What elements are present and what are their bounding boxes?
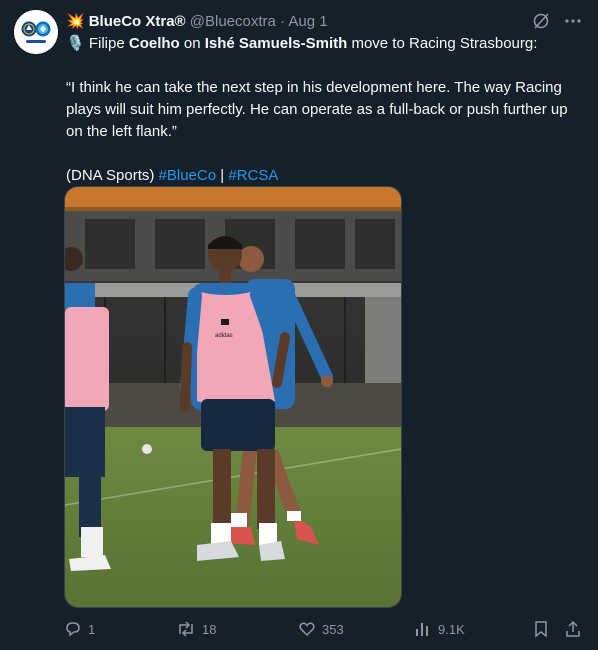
tweet-text: 🎙️ Filipe Coelho on Ishé Samuels-Smith m… [66, 33, 586, 187]
tweet-source-line: (DNA Sports) #BlueCo | #RCSA [66, 167, 279, 184]
share-icon [564, 620, 582, 638]
grok-icon[interactable] [532, 12, 550, 35]
author-handle[interactable]: @Bluecoxtra [190, 13, 276, 30]
like-icon [298, 620, 316, 638]
reply-count: 1 [88, 621, 96, 637]
repost-icon [176, 620, 196, 638]
tweet-header: 💥 BlueCo Xtra® @Bluecoxtra · Aug 1 [66, 11, 588, 33]
views-count: 9.1K [438, 621, 465, 637]
mention-samuels-smith: Ishé Samuels-Smith [204, 35, 348, 52]
racing-crest-icon [35, 21, 51, 37]
hashtag-rcsa[interactable]: #RCSA [228, 167, 278, 184]
repost-count: 18 [202, 621, 217, 637]
like-count: 353 [322, 621, 344, 637]
more-icon[interactable] [564, 12, 582, 35]
views-icon [414, 620, 432, 638]
like-button[interactable]: 353 [298, 618, 344, 640]
author-avatar[interactable] [14, 10, 58, 54]
chelsea-crest-icon [21, 21, 37, 37]
tweet-date[interactable]: Aug 1 [288, 13, 327, 30]
reply-button[interactable]: 1 [64, 618, 95, 640]
bookmark-button[interactable] [532, 618, 550, 640]
brand-emoji: 💥 [66, 13, 85, 30]
repost-button[interactable]: 18 [176, 618, 216, 640]
header-separator: · [280, 13, 286, 30]
bookmark-icon [532, 620, 550, 638]
author-name[interactable]: BlueCo Xtra® [89, 13, 186, 30]
microphone-icon: 🎙️ [66, 35, 85, 52]
source-text: (DNA Sports) [66, 167, 159, 184]
mention-coelho: Coelho [128, 35, 180, 52]
tweet-headline: 🎙️ Filipe Coelho on Ishé Samuels-Smith m… [66, 35, 538, 52]
reply-icon [64, 620, 82, 638]
tweet-quote: “I think he can take the next step in hi… [66, 79, 568, 140]
share-button[interactable] [564, 618, 582, 640]
views-button[interactable]: 9.1K [414, 618, 465, 640]
header-actions [532, 12, 582, 35]
tweet[interactable]: 💥 BlueCo Xtra® @Bluecoxtra · Aug 1 🎙️ Fil… [0, 0, 598, 650]
hashtag-blueco[interactable]: #BlueCo [159, 167, 217, 184]
svg-text:adidas: adidas [215, 333, 233, 339]
tweet-photo[interactable]: adidas [64, 186, 402, 608]
action-bar: 1 18 353 9.1K [64, 618, 584, 640]
